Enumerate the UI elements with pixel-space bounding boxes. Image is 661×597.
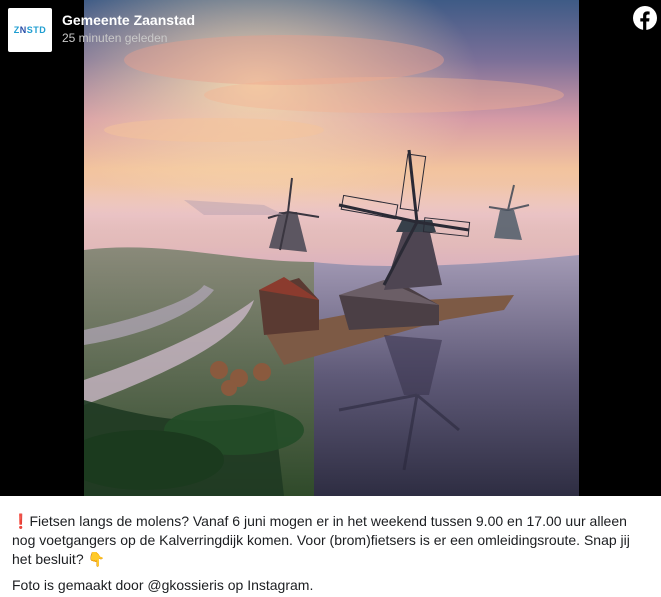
facebook-icon[interactable] [633, 6, 657, 30]
avatar-logo: ZNSTD [13, 25, 47, 35]
avatar[interactable]: ZNSTD [8, 8, 52, 52]
exclamation-icon: ❗ [12, 513, 30, 529]
pointing-down-icon: 👇 [87, 551, 105, 567]
post-caption: ❗Fietsen langs de molens? Vanaf 6 juni m… [12, 512, 652, 595]
post-header: ZNSTD Gemeente Zaanstad 25 minuten geled… [8, 8, 195, 52]
author-name[interactable]: Gemeente Zaanstad [62, 12, 195, 29]
post-meta: Gemeente Zaanstad 25 minuten geleden [62, 8, 195, 46]
photo-credit: Foto is gemaakt door @gkossieris op Inst… [12, 577, 314, 593]
windmill-photo[interactable] [84, 0, 579, 496]
caption-text: ❗Fietsen langs de molens? Vanaf 6 juni m… [12, 512, 652, 569]
post-media[interactable] [0, 0, 661, 496]
post-timestamp[interactable]: 25 minuten geleden [62, 30, 195, 46]
